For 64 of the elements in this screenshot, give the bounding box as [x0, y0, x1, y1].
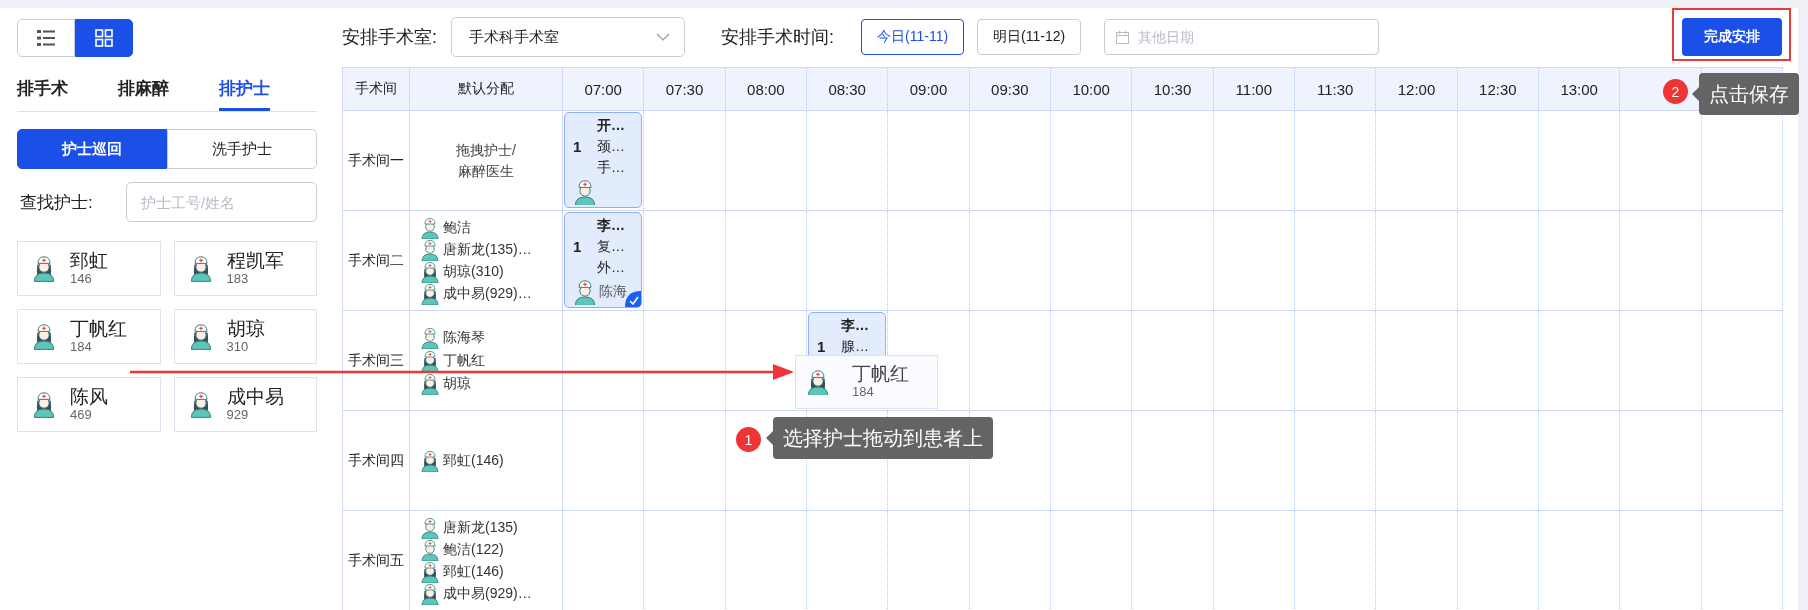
surgery-text: 开… — [597, 116, 626, 135]
surgery-text: 复… — [597, 237, 626, 256]
nurse-name: 丁帆红 — [852, 364, 909, 386]
time-header: 11:00 — [1213, 68, 1295, 111]
nurse-number: 183 — [226, 271, 250, 287]
time-header: 07:30 — [644, 68, 726, 111]
column-header: 手术间 — [343, 68, 410, 111]
drag-hint: 拖拽护士/ 麻醉医生 — [455, 140, 517, 181]
assigned-nurse: 鲍洁 — [443, 218, 471, 237]
nurse-number: 146 — [70, 271, 93, 287]
nurse-number: 310 — [226, 339, 250, 355]
surgery-text: 李… — [597, 216, 626, 235]
nurse-name: 郅虹 — [70, 250, 108, 272]
assigned-nurse: 陈海 — [599, 282, 627, 301]
callout-tooltip: 点击保存 — [1699, 73, 1799, 115]
nurse-number: 184 — [70, 339, 93, 355]
room-name: 手术间五 — [343, 511, 410, 610]
assigned-nurse: 鲍洁(122) — [443, 540, 504, 559]
nurse-number: 929 — [226, 407, 250, 423]
assigned-nurse: 丁帆红 — [443, 351, 485, 370]
nurse-name: 陈风 — [70, 386, 108, 408]
room-name: 手术间一 — [343, 111, 410, 211]
surgery-text: 外… — [597, 258, 626, 277]
room-label: 安排手术室: — [342, 26, 437, 49]
assigned-nurse: 胡琼(310) — [443, 262, 504, 281]
time-header: 10:00 — [1051, 68, 1133, 111]
nurse-number: 184 — [852, 385, 875, 400]
time-header: 11:30 — [1295, 68, 1377, 111]
assigned-nurse: 郅虹(146) — [443, 562, 504, 581]
surgery-number: 1 — [573, 138, 583, 155]
nurse-name: 胡琼 — [226, 318, 265, 340]
assigned-nurse: 成中易(929)… — [443, 584, 532, 603]
assigned-nurse: 唐新龙(135)… — [443, 240, 532, 259]
surgery-text: 李… — [841, 316, 870, 335]
assigned-nurse: 成中易(929)… — [443, 284, 532, 303]
surgery-number: 1 — [573, 238, 583, 255]
column-header: 默认分配 — [410, 68, 563, 111]
time-header: 12:30 — [1457, 68, 1539, 111]
search-label: 查找护士: — [19, 191, 94, 214]
assigned-nurse: 郅虹(146) — [443, 451, 504, 470]
time-header: 10:30 — [1132, 68, 1214, 111]
nurse-number: 469 — [70, 407, 93, 423]
assigned-nurse: 唐新龙(135) — [443, 518, 518, 537]
room-name: 手术间三 — [343, 311, 410, 411]
assigned-nurse: 胡琼 — [443, 374, 471, 393]
time-label: 安排手术时间: — [721, 26, 835, 49]
room-name: 手术间二 — [343, 211, 410, 311]
surgery-number: 1 — [817, 338, 827, 355]
surgery-text: 腺… — [841, 337, 870, 356]
surgery-text: 颈… — [597, 137, 626, 156]
time-header: 07:00 — [563, 68, 645, 111]
time-header: 08:00 — [725, 68, 807, 111]
time-header: 13:00 — [1539, 68, 1621, 111]
callout-tooltip: 选择护士拖动到患者上 — [773, 417, 993, 459]
time-header: 08:30 — [807, 68, 889, 111]
time-header: 09:00 — [888, 68, 970, 111]
time-header: 12:00 — [1376, 68, 1458, 111]
time-header: 09:30 — [969, 68, 1051, 111]
nurse-name: 丁帆红 — [70, 318, 127, 340]
room-name: 手术间四 — [343, 411, 410, 511]
assigned-nurse: 陈海琴 — [443, 328, 485, 347]
nurse-name: 成中易 — [226, 386, 284, 408]
surgery-text: 手… — [597, 158, 626, 177]
nurse-name: 程凯军 — [226, 250, 284, 272]
